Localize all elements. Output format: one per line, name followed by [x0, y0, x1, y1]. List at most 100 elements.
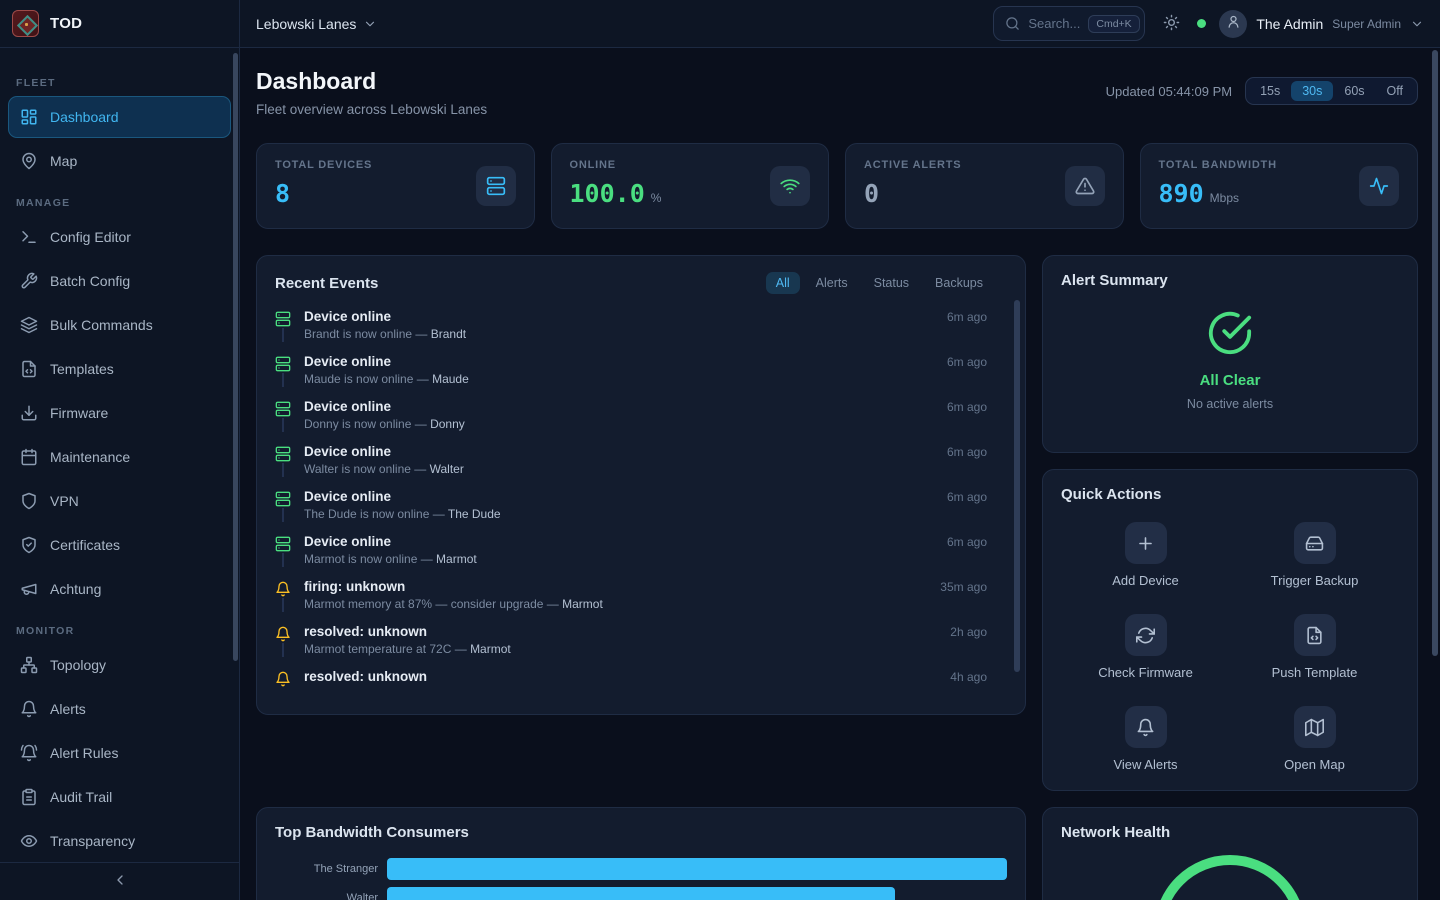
sidebar-item-map[interactable]: Map — [8, 140, 231, 182]
sidebar-item-label: Alerts — [50, 701, 86, 717]
events-panel-title: Recent Events — [275, 275, 378, 292]
app-window: TOD Lebowski Lanes Search... Cmd+K The A… — [0, 0, 1440, 900]
terminal-icon — [20, 228, 38, 246]
plus-icon — [1125, 522, 1167, 564]
event-detail: The Dude is now online — The Dude — [304, 507, 1007, 521]
shield-icon — [20, 492, 38, 510]
sidebar-item-achtung[interactable]: Achtung — [8, 568, 231, 610]
sidebar-item-label: Config Editor — [50, 229, 131, 245]
sidebar-item-topology[interactable]: Topology — [8, 644, 231, 686]
page-subtitle: Fleet overview across Lebowski Lanes — [256, 102, 487, 117]
events-tab-status[interactable]: Status — [864, 272, 919, 294]
connection-status-dot — [1197, 19, 1206, 28]
sidebar-item-certificates[interactable]: Certificates — [8, 524, 231, 566]
quick-action-trigger-backup[interactable]: Trigger Backup — [1230, 522, 1399, 588]
bell-icon — [275, 579, 291, 611]
stat-value: 890 — [1159, 179, 1204, 208]
user-menu[interactable]: The Admin Super Admin — [1219, 10, 1424, 38]
quick-action-add-device[interactable]: Add Device — [1061, 522, 1230, 588]
event-row: Device online6m agoDonny is now online —… — [275, 399, 1007, 444]
sidebar-item-config-editor[interactable]: Config Editor — [8, 216, 231, 258]
server-icon — [275, 309, 291, 341]
sidebar-item-label: Dashboard — [50, 109, 119, 125]
stats-row: TOTAL DEVICES8ONLINE100.0%ACTIVE ALERTS0… — [256, 143, 1418, 229]
sidebar-item-bulk-commands[interactable]: Bulk Commands — [8, 304, 231, 346]
sidebar-item-vpn[interactable]: VPN — [8, 480, 231, 522]
event-detail: Marmot is now online — Marmot — [304, 552, 1007, 566]
sidebar-item-label: VPN — [50, 493, 79, 509]
sidebar-footer — [0, 862, 239, 900]
network-icon — [20, 656, 38, 674]
quick-action-check-firmware[interactable]: Check Firmware — [1061, 614, 1230, 680]
stat-label: ACTIVE ALERTS — [864, 159, 961, 171]
sidebar-item-dashboard[interactable]: Dashboard — [8, 96, 231, 138]
server-icon — [275, 489, 291, 521]
collapse-sidebar-button[interactable] — [112, 872, 128, 891]
refresh-option-30s[interactable]: 30s — [1291, 81, 1333, 101]
event-row: firing: unknown 35m ago Marmot memory at 8… — [275, 579, 1007, 624]
sidebar-item-label: Certificates — [50, 537, 120, 553]
sidebar-item-templates[interactable]: Templates — [8, 348, 231, 390]
sidebar-item-alert-rules[interactable]: Alert Rules — [8, 732, 231, 774]
bandwidth-bar-label: Walter — [275, 892, 387, 900]
sidebar-item-maintenance[interactable]: Maintenance — [8, 436, 231, 478]
network-health-gauge: 100 — [1154, 855, 1306, 900]
events-tab-all[interactable]: All — [766, 272, 800, 294]
search-input[interactable]: Search... Cmd+K — [993, 6, 1145, 41]
file-code-icon — [20, 360, 38, 378]
alert-summary-panel: Alert Summary All Clear No active alerts — [1042, 255, 1418, 453]
events-tab-alerts[interactable]: Alerts — [806, 272, 858, 294]
sidebar-item-batch-config[interactable]: Batch Config — [8, 260, 231, 302]
sidebar-item-alerts[interactable]: Alerts — [8, 688, 231, 730]
refresh-option-off[interactable]: Off — [1376, 81, 1414, 101]
stat-card-total-devices: TOTAL DEVICES8 — [256, 143, 535, 229]
map-pin-icon — [20, 152, 38, 170]
topbar-main: Lebowski Lanes Search... Cmd+K The Admin… — [240, 0, 1440, 47]
network-health-title: Network Health — [1061, 824, 1399, 841]
user-icon — [1226, 14, 1241, 34]
event-title: Device online — [304, 399, 391, 414]
chevron-down-icon — [363, 17, 377, 31]
bell-ring-icon — [20, 744, 38, 762]
event-time: 35m ago — [940, 580, 987, 594]
event-detail: Marmot temperature at 72C — Marmot — [304, 642, 1007, 656]
quick-action-label: View Alerts — [1113, 757, 1177, 772]
quick-action-push-template[interactable]: Push Template — [1230, 614, 1399, 680]
page-scrollbar[interactable] — [1432, 50, 1438, 656]
sidebar-item-audit-trail[interactable]: Audit Trail — [8, 776, 231, 818]
event-row: Device online6m agoMarmot is now online … — [275, 534, 1007, 579]
updated-timestamp: Updated 05:44:09 PM — [1106, 84, 1232, 99]
refresh-option-60s[interactable]: 60s — [1333, 81, 1375, 101]
event-title: firing: unknown — [304, 579, 405, 594]
org-switcher[interactable]: Lebowski Lanes — [256, 16, 377, 32]
search-icon — [1005, 16, 1020, 31]
event-title: Device online — [304, 309, 391, 324]
brand-logo — [12, 10, 39, 37]
stat-unit: Mbps — [1210, 191, 1239, 205]
server-icon — [275, 444, 291, 476]
quick-action-view-alerts[interactable]: View Alerts — [1061, 706, 1230, 772]
event-detail: Marmot memory at 87% — consider upgrade … — [304, 597, 1007, 611]
brand-name: TOD — [50, 15, 82, 32]
sidebar-scrollbar[interactable] — [233, 53, 238, 661]
event-title: Device online — [304, 354, 391, 369]
sidebar-item-firmware[interactable]: Firmware — [8, 392, 231, 434]
events-tab-backups[interactable]: Backups — [925, 272, 993, 294]
sidebar-item-transparency[interactable]: Transparency — [8, 820, 231, 862]
download-icon — [20, 404, 38, 422]
events-tab-bar: All Alerts Status Backups — [766, 272, 993, 294]
event-row: Device online6m agoMaude is now online —… — [275, 354, 1007, 399]
theme-toggle-button[interactable] — [1158, 11, 1184, 37]
shield-check-icon — [20, 536, 38, 554]
event-title: Device online — [304, 444, 391, 459]
bandwidth-bar-row: The Stranger — [275, 858, 1007, 880]
refresh-option-15s[interactable]: 15s — [1249, 81, 1291, 101]
server-icon — [275, 399, 291, 431]
events-scrollbar[interactable] — [1014, 300, 1020, 672]
quick-action-open-map[interactable]: Open Map — [1230, 706, 1399, 772]
event-row: Device online6m agoThe Dude is now onlin… — [275, 489, 1007, 534]
server-icon — [275, 354, 291, 386]
event-device: Donny — [430, 417, 465, 431]
calendar-icon — [20, 448, 38, 466]
bandwidth-bar-row: Walter — [275, 887, 1007, 900]
